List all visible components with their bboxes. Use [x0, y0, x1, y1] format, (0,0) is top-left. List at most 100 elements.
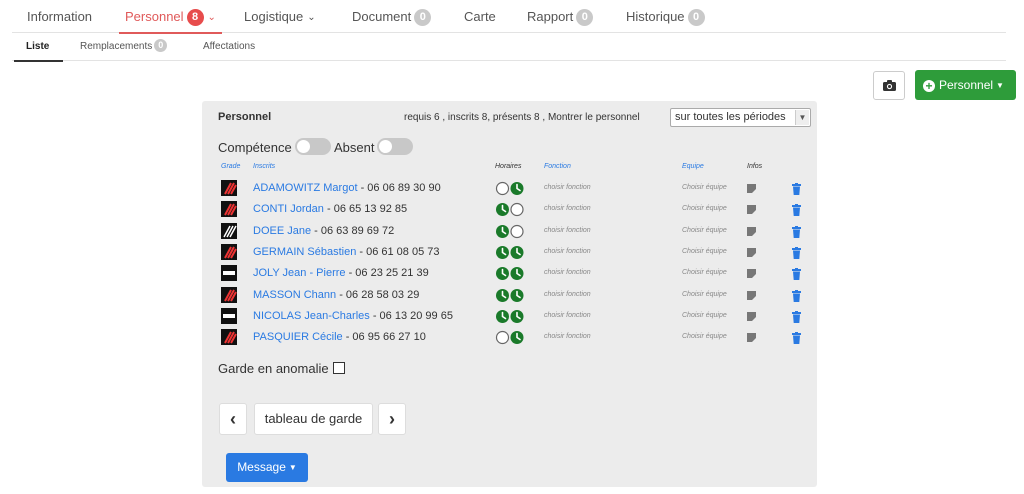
camera-button[interactable]: [873, 71, 905, 100]
horaires-clock-icon[interactable]: [495, 202, 525, 217]
grade-insignia-icon: [221, 222, 237, 239]
tableau-de-garde-button[interactable]: tableau de garde: [254, 403, 373, 435]
tab-historique[interactable]: Historique 0: [626, 0, 705, 33]
equipe-select[interactable]: Choisir équipe: [682, 205, 727, 212]
tab-logistique[interactable]: Logistique ⌄: [244, 0, 316, 33]
person-name-link[interactable]: CONTI Jordan: [253, 203, 324, 215]
remplacements-count-badge: 0: [154, 39, 168, 52]
anomaly-checkbox[interactable]: [332, 362, 345, 374]
note-icon[interactable]: [747, 333, 756, 343]
note-icon[interactable]: [747, 290, 756, 300]
note-icon[interactable]: [747, 247, 756, 257]
horaires-clock-icon[interactable]: [495, 224, 525, 239]
page: Information Personnel 8 ⌄ Logistique ⌄ Docu…: [0, 0, 1024, 494]
horaires-clock-icon[interactable]: [495, 330, 525, 345]
fonction-select[interactable]: choisir fonction: [544, 248, 591, 255]
subtab-affectations[interactable]: Affectations: [203, 34, 255, 61]
plus-circle-icon: +: [923, 80, 935, 92]
trash-icon[interactable]: [792, 182, 801, 200]
person-phone: - 06 95 66 27 10: [342, 331, 426, 344]
subtab-remplacements[interactable]: Remplacements 0: [80, 34, 168, 61]
fonction-select[interactable]: choisir fonction: [544, 205, 591, 212]
subtab-liste[interactable]: Liste: [13, 34, 64, 62]
table-row: JOLY Jean - Pierre - 06 23 25 21 39 chois…: [202, 263, 817, 284]
trash-icon[interactable]: [792, 267, 801, 285]
table-row: DOEE Jane - 06 63 89 69 72 choisir foncti…: [202, 221, 817, 242]
person-name-link[interactable]: ADAMOWITZ Margot: [253, 182, 358, 194]
trash-icon[interactable]: [792, 310, 801, 328]
period-select[interactable]: sur toutes les périodes ▼: [670, 108, 811, 127]
equipe-select[interactable]: Choisir équipe: [682, 312, 727, 319]
fonction-select[interactable]: choisir fonction: [544, 291, 591, 298]
next-button[interactable]: ›: [378, 403, 406, 435]
competence-toggle[interactable]: [294, 138, 331, 155]
person-name-link[interactable]: PASQUIER Cécile: [253, 331, 343, 343]
sub-tabs: Liste Remplacements 0 Affectations: [12, 34, 1006, 62]
horaires-clock-icon[interactable]: [495, 181, 525, 196]
fonction-select[interactable]: choisir fonction: [544, 333, 591, 340]
header-equipe: Equipe: [682, 163, 704, 170]
person-phone: - 06 06 89 30 90: [357, 182, 441, 194]
camera-icon: [883, 80, 896, 91]
trash-icon[interactable]: [792, 203, 801, 221]
panel-summary: requis 6 , inscrits 8, présents 8 , Mont…: [404, 112, 640, 123]
horaires-clock-icon[interactable]: [495, 288, 525, 303]
note-icon[interactable]: [747, 184, 756, 193]
person-name-link[interactable]: MASSON Chann: [253, 289, 336, 301]
grade-insignia-icon: [221, 286, 237, 303]
person-name-link[interactable]: GERMAIN Sébastien: [253, 246, 356, 258]
table-row: PASQUIER Cécile - 06 95 66 27 10 choisir …: [202, 327, 817, 348]
person-phone: - 06 63 89 69 72: [311, 224, 395, 237]
absent-toggle[interactable]: [377, 138, 414, 155]
equipe-select[interactable]: Choisir équipe: [682, 269, 727, 276]
note-icon[interactable]: [747, 311, 756, 321]
equipe-select[interactable]: Choisir équipe: [682, 184, 727, 191]
person-name-link[interactable]: NICOLAS Jean-Charles: [253, 310, 370, 322]
grade-insignia-icon: [221, 307, 237, 324]
horaires-clock-icon[interactable]: [495, 309, 525, 324]
trash-icon[interactable]: [792, 331, 801, 349]
person-phone: - 06 28 58 03 29: [336, 288, 420, 301]
fonction-select[interactable]: choisir fonction: [544, 227, 591, 234]
note-icon[interactable]: [747, 269, 756, 279]
tab-information[interactable]: Information: [27, 0, 92, 33]
trash-icon[interactable]: [792, 225, 801, 243]
personnel-panel: Personnel requis 6 , inscrits 8, présent…: [202, 101, 817, 487]
fonction-select[interactable]: choisir fonction: [544, 184, 591, 191]
header-grade: Grade: [221, 163, 241, 170]
anomaly-filter: Garde en anomalie: [218, 361, 345, 376]
trash-icon[interactable]: [792, 246, 801, 264]
filter-absent: Absent: [334, 138, 414, 155]
note-icon[interactable]: [747, 226, 756, 236]
person-phone: - 06 65 13 92 85: [323, 203, 408, 216]
header-fonction: Fonction: [544, 163, 571, 170]
note-icon[interactable]: [747, 205, 756, 215]
equipe-select[interactable]: Choisir équipe: [682, 248, 727, 255]
trash-icon[interactable]: [792, 289, 801, 307]
table-row: MASSON Chann - 06 28 58 03 29 choisir fon…: [202, 285, 817, 306]
person-name-link[interactable]: JOLY Jean - Pierre: [253, 267, 346, 279]
fonction-select[interactable]: choisir fonction: [544, 269, 591, 276]
equipe-select[interactable]: Choisir équipe: [682, 291, 727, 298]
table-row: ADAMOWITZ Margot - 06 06 89 30 90 choisir…: [202, 178, 817, 199]
person-phone: - 06 61 08 05 73: [356, 245, 440, 258]
grade-insignia-icon: [221, 243, 237, 260]
message-button[interactable]: Message ▼: [226, 453, 308, 482]
rapport-count-badge: 0: [576, 9, 594, 26]
add-personnel-button[interactable]: + Personnel ▼: [915, 70, 1016, 100]
prev-button[interactable]: ‹: [219, 403, 247, 435]
equipe-select[interactable]: Choisir équipe: [682, 333, 727, 340]
person-name-link[interactable]: DOEE Jane: [253, 225, 311, 237]
tab-carte[interactable]: Carte: [464, 0, 496, 33]
filter-competence: Compétence: [218, 138, 331, 155]
fonction-select[interactable]: choisir fonction: [544, 312, 591, 319]
personnel-count-badge: 8: [186, 9, 204, 26]
tab-document[interactable]: Document 0: [352, 0, 432, 33]
tab-personnel[interactable]: Personnel 8 ⌄: [119, 0, 222, 34]
horaires-clock-icon[interactable]: [495, 266, 525, 281]
grade-insignia-icon: [221, 180, 237, 196]
equipe-select[interactable]: Choisir équipe: [682, 227, 727, 234]
header-horaires: Horaires: [495, 163, 522, 170]
horaires-clock-icon[interactable]: [495, 245, 525, 260]
tab-rapport[interactable]: Rapport 0: [527, 0, 594, 33]
